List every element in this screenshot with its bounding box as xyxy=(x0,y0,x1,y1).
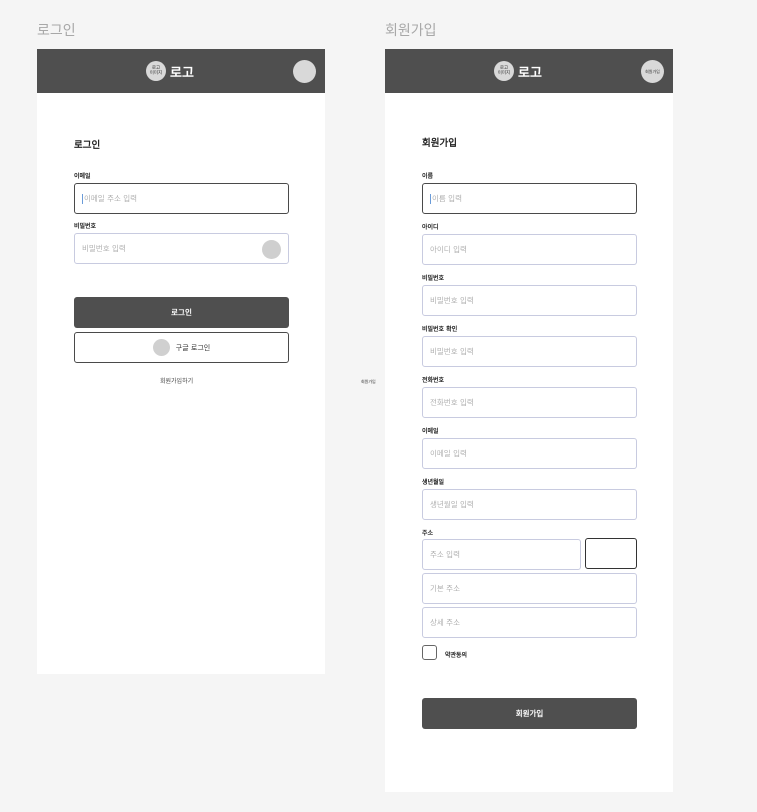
signup-frame: 로고 이미지 로고 회원가입 회원가입 이름 이름 입력 아이디 아이디 입력 … xyxy=(385,49,673,792)
terms-checkbox[interactable] xyxy=(422,645,437,660)
basic-address-placeholder: 기본 주소 xyxy=(430,584,460,593)
phone-placeholder: 전화번호 입력 xyxy=(430,398,474,407)
detail-address-input[interactable]: 상세 주소 xyxy=(422,607,637,638)
signup-header: 로고 이미지 로고 회원가입 xyxy=(385,49,673,93)
email-input[interactable]: 이메일 입력 xyxy=(422,438,637,469)
terms-label: 약관동의 xyxy=(445,652,468,659)
password-label: 비밀번호 xyxy=(74,223,97,230)
logo-text: 로고 xyxy=(170,65,194,81)
signup-logo[interactable]: 로고 이미지 로고 xyxy=(494,61,542,81)
phone-label: 전화번호 xyxy=(422,377,445,384)
email-placeholder: 이메일 입력 xyxy=(430,449,467,458)
password-input[interactable]: 비밀번호 입력 xyxy=(74,233,289,264)
email-label: 이메일 xyxy=(422,428,439,435)
signup-frame-title: 회원가입 xyxy=(385,23,437,39)
password-confirm-input[interactable]: 비밀번호 입력 xyxy=(422,336,637,367)
logo-text: 로고 xyxy=(518,65,542,81)
password-input[interactable]: 비밀번호 입력 xyxy=(422,285,637,316)
login-button[interactable]: 로그인 xyxy=(74,297,289,328)
id-placeholder: 아이디 입력 xyxy=(430,245,467,254)
address-input[interactable]: 주소 입력 xyxy=(422,539,581,570)
password-placeholder: 비밀번호 입력 xyxy=(82,244,126,253)
password-placeholder: 비밀번호 입력 xyxy=(430,296,474,305)
text-caret xyxy=(430,193,431,204)
password-confirm-label: 비밀번호 확인 xyxy=(422,326,458,333)
email-label: 이메일 xyxy=(74,173,91,180)
name-placeholder: 이름 입력 xyxy=(432,194,462,203)
page-title: 회원가입 xyxy=(422,138,457,149)
birth-input[interactable]: 생년월일 입력 xyxy=(422,489,637,520)
address-search-button[interactable] xyxy=(585,538,637,569)
id-label: 아이디 xyxy=(422,224,439,231)
signup-header-button[interactable]: 회원가입 xyxy=(641,60,664,83)
phone-input[interactable]: 전화번호 입력 xyxy=(422,387,637,418)
google-login-button[interactable]: 구글 로그인 xyxy=(74,332,289,363)
page-title: 로그인 xyxy=(74,140,101,151)
login-frame: 로고 이미지 로고 로그인 이메일 이메일 주소 입력 비밀번호 비밀번호 입력… xyxy=(37,49,325,674)
password-confirm-placeholder: 비밀번호 입력 xyxy=(430,347,474,356)
google-login-label: 구글 로그인 xyxy=(175,343,211,352)
name-input[interactable]: 이름 입력 xyxy=(422,183,637,214)
name-label: 이름 xyxy=(422,173,434,180)
signup-submit-button[interactable]: 회원가입 xyxy=(422,698,637,729)
id-input[interactable]: 아이디 입력 xyxy=(422,234,637,265)
annotation-note: 회원가입 xyxy=(361,379,376,384)
address-placeholder: 주소 입력 xyxy=(430,550,460,559)
email-placeholder: 이메일 주소 입력 xyxy=(84,194,138,203)
email-input[interactable]: 이메일 주소 입력 xyxy=(74,183,289,214)
birth-label: 생년월일 xyxy=(422,479,445,486)
detail-address-placeholder: 상세 주소 xyxy=(430,618,460,627)
logo-image-icon: 로고 이미지 xyxy=(494,61,514,81)
show-password-icon[interactable] xyxy=(262,240,281,259)
google-icon xyxy=(152,339,170,356)
address-label: 주소 xyxy=(422,530,434,537)
logo-image-icon: 로고 이미지 xyxy=(146,61,166,81)
login-frame-title: 로그인 xyxy=(37,23,76,39)
basic-address-input[interactable]: 기본 주소 xyxy=(422,573,637,604)
password-label: 비밀번호 xyxy=(422,275,445,282)
login-header: 로고 이미지 로고 xyxy=(37,49,325,93)
text-caret xyxy=(82,193,83,204)
signup-link[interactable]: 회원가입하기 xyxy=(160,376,193,385)
birth-placeholder: 생년월일 입력 xyxy=(430,500,474,509)
login-logo[interactable]: 로고 이미지 로고 xyxy=(146,61,194,81)
login-header-menu-icon[interactable] xyxy=(293,60,316,83)
